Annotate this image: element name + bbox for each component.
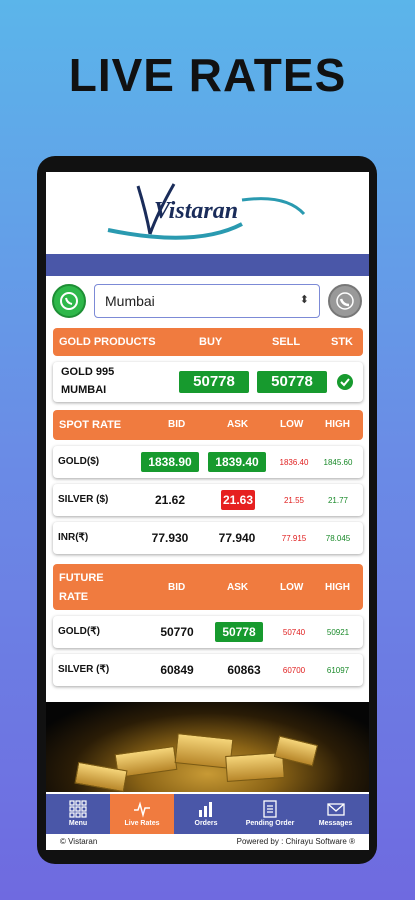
col-high: HIGH [325, 419, 350, 430]
col-ask: ASK [227, 582, 249, 593]
logo-text: Vistaran [154, 198, 239, 224]
future-high: 50921 [326, 628, 350, 637]
col-low: LOW [280, 582, 304, 593]
future-row-gold[interactable]: GOLD(₹) 50770 50778 50740 50921 [53, 616, 363, 648]
tab-live-rates[interactable]: Live Rates [110, 794, 174, 834]
spot-ask: 21.63 [221, 490, 255, 510]
future-high: 61097 [326, 666, 350, 675]
tab-label: Pending Order [245, 820, 295, 827]
future-row-silver[interactable]: SILVER (₹) 60849 60863 60700 61097 [53, 654, 363, 686]
col-gold-products: GOLD PRODUCTS [59, 336, 156, 348]
spot-low: 1836.40 [279, 458, 309, 467]
tab-messages[interactable]: Messages [302, 794, 369, 834]
spot-rate-header: SPOT RATE BID ASK LOW HIGH [53, 410, 363, 440]
logo-header: Vistaran [46, 172, 369, 254]
spot-name: SILVER ($) [58, 494, 109, 505]
col-low: LOW [280, 419, 304, 430]
future-name: GOLD(₹) [58, 626, 100, 637]
whatsapp-icon [60, 292, 78, 310]
spot-bid: 21.62 [154, 493, 186, 507]
app-screen: Vistaran Mumbai ⬍ GOLD PRODUCTS BUY SELL… [46, 172, 369, 850]
pulse-icon [134, 801, 150, 818]
product-city: MUMBAI [61, 384, 107, 396]
tab-label: Orders [194, 820, 218, 827]
spot-name: GOLD($) [58, 456, 100, 467]
location-value: Mumbai [105, 293, 155, 309]
location-select[interactable]: Mumbai ⬍ [94, 284, 320, 318]
sell-price: 50778 [257, 371, 327, 393]
col-rate: RATE [59, 591, 89, 603]
col-high: HIGH [325, 582, 350, 593]
footer-powered-by: Powered by : Chirayu Software ® [236, 837, 355, 846]
spot-bid: 77.930 [151, 531, 189, 545]
chart-icon [199, 802, 212, 817]
spot-high: 21.77 [327, 496, 349, 505]
product-name: GOLD 995 [61, 366, 115, 378]
select-arrows-icon: ⬍ [299, 294, 309, 306]
footer-copyright: © Vistaran [60, 837, 98, 846]
future-bid: 60849 [160, 663, 194, 677]
grid-icon [69, 800, 87, 818]
header-band [46, 254, 369, 276]
future-rate-header: FUTURE RATE BID ASK LOW HIGH [53, 564, 363, 610]
col-stk: STK [331, 336, 353, 348]
whatsapp-button[interactable] [52, 284, 86, 318]
stock-check-icon [337, 374, 353, 390]
col-future: FUTURE [59, 572, 104, 584]
gold-bars-image [46, 702, 369, 793]
buy-price: 50778 [179, 371, 249, 393]
col-bid: BID [168, 419, 186, 430]
spot-bid: 1838.90 [141, 452, 199, 472]
envelope-icon [326, 803, 345, 816]
tab-label: Live Rates [124, 820, 160, 827]
phone-icon [336, 292, 354, 310]
gold-products-header: GOLD PRODUCTS BUY SELL STK [53, 328, 363, 356]
tab-menu[interactable]: Menu [46, 794, 110, 834]
col-ask: ASK [227, 419, 249, 430]
future-ask: 60863 [227, 663, 261, 677]
spot-high: 1845.60 [323, 458, 353, 467]
spot-name: INR(₹) [58, 532, 89, 543]
tab-pending-order[interactable]: Pending Order [238, 794, 302, 834]
future-ask: 50778 [215, 622, 263, 642]
future-low: 50740 [282, 628, 306, 637]
spot-low: 77.915 [281, 534, 307, 543]
spot-row-gold[interactable]: GOLD($) 1838.90 1839.40 1836.40 1845.60 [53, 446, 363, 478]
tab-orders[interactable]: Orders [174, 794, 238, 834]
tab-label: Messages [318, 820, 353, 827]
col-spot-rate: SPOT RATE [59, 419, 122, 431]
spot-high: 78.045 [325, 534, 351, 543]
page-headline: LIVE RATES [68, 49, 347, 101]
col-buy: BUY [199, 336, 223, 348]
gold-product-row[interactable]: GOLD 995 MUMBAI 50778 50778 [53, 362, 363, 402]
future-bid: 50770 [160, 625, 194, 639]
tab-label: Menu [68, 820, 88, 827]
spot-row-silver[interactable]: SILVER ($) 21.62 21.63 21.55 21.77 [53, 484, 363, 516]
bottom-tab-bar: Menu Live Rates Orders Pending Order Mes… [46, 794, 369, 834]
col-sell: SELL [272, 336, 301, 348]
spot-row-inr[interactable]: INR(₹) 77.930 77.940 77.915 78.045 [53, 522, 363, 554]
spot-low: 21.55 [283, 496, 305, 505]
col-bid: BID [168, 582, 186, 593]
document-icon [263, 800, 277, 818]
spot-ask: 1839.40 [208, 452, 266, 472]
app-footer: © Vistaran Powered by : Chirayu Software… [46, 834, 369, 850]
future-low: 60700 [282, 666, 306, 675]
location-row: Mumbai ⬍ [46, 282, 369, 324]
call-button[interactable] [328, 284, 362, 318]
spot-ask: 77.940 [218, 531, 256, 545]
future-name: SILVER (₹) [58, 664, 110, 675]
